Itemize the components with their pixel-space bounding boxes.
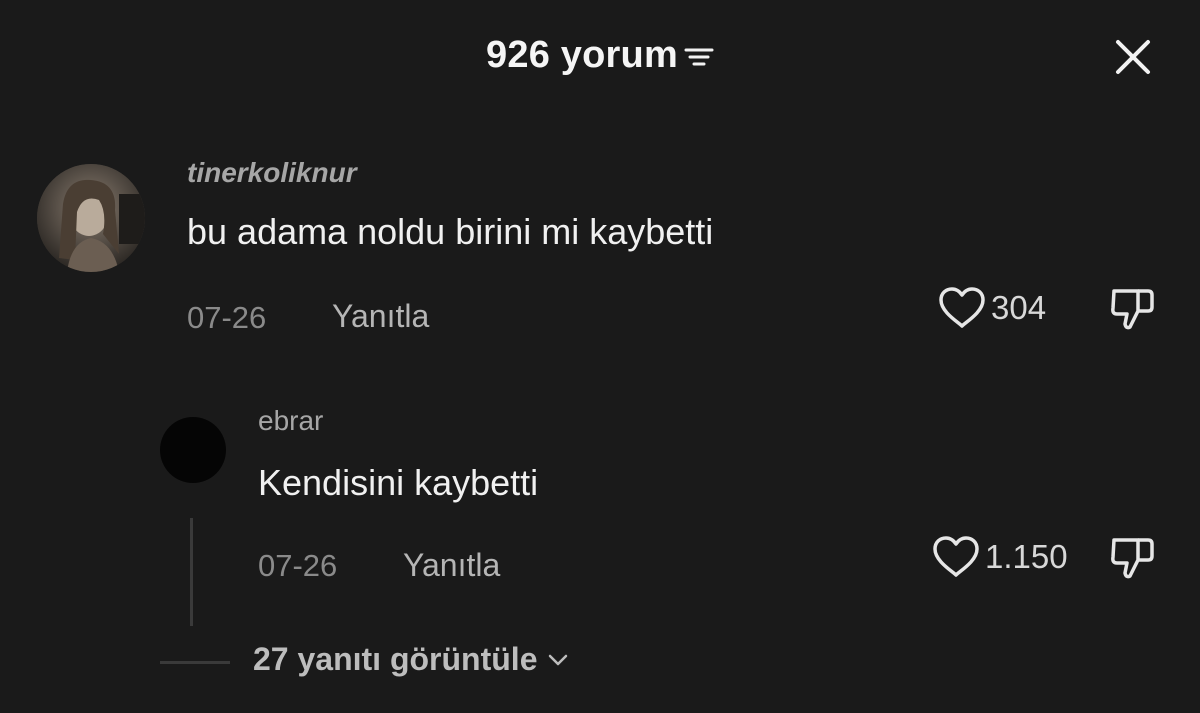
thread-line (190, 518, 193, 626)
avatar-photo (37, 164, 145, 272)
reply-button[interactable]: Yanıtla (332, 298, 429, 335)
view-replies-button[interactable]: 27 yanıtı görüntüle (253, 641, 569, 678)
dislike-icon[interactable] (1106, 532, 1158, 582)
reply-reply-button[interactable]: Yanıtla (403, 547, 500, 584)
comment-count-title: 926 yorum (486, 34, 678, 77)
comment-username[interactable]: tinerkoliknur (187, 157, 357, 189)
view-replies-divider (160, 661, 230, 664)
comments-header: 926 yorum (0, 33, 1200, 77)
heart-icon (939, 287, 985, 328)
reply-like-button[interactable]: 1.150 (930, 534, 1068, 580)
view-replies-label: 27 yanıtı görüntüle (253, 641, 538, 677)
like-count: 304 (991, 289, 1047, 326)
reply-avatar[interactable] (160, 417, 226, 483)
close-icon[interactable] (1114, 38, 1152, 76)
avatar[interactable] (37, 164, 145, 272)
sort-icon[interactable] (684, 42, 714, 70)
comment-text: bu adama noldu birini mi kaybetti (187, 211, 714, 252)
like-button[interactable]: 304 (936, 285, 1046, 331)
dislike-icon[interactable] (1106, 283, 1158, 333)
reply-text: Kendisini kaybetti (258, 462, 539, 503)
reply-username[interactable]: ebrar (258, 405, 323, 437)
comment-date: 07-26 (187, 300, 267, 335)
reply-like-count: 1.150 (985, 538, 1068, 575)
chevron-down-icon (549, 654, 568, 665)
heart-icon (933, 536, 979, 577)
reply-date: 07-26 (258, 548, 338, 583)
